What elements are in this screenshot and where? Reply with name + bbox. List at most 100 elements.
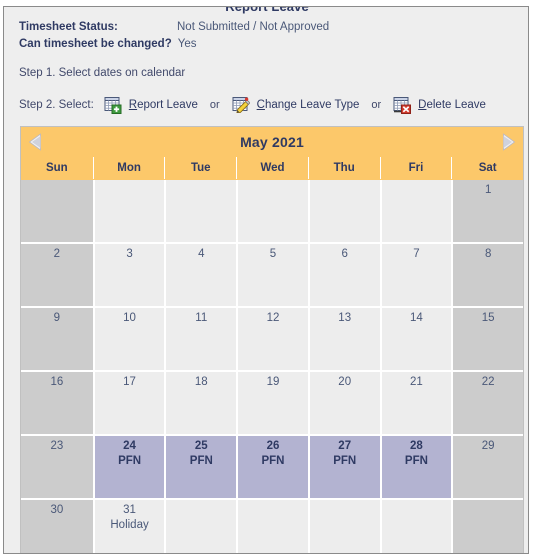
- report-leave-action[interactable]: Report Leave: [104, 96, 198, 114]
- can-change-row: Can timesheet be changed? Yes: [19, 38, 516, 55]
- calendar-day-number: 31: [123, 504, 136, 516]
- change-leave-type-label: Change Leave Type: [257, 99, 360, 111]
- calendar-day-cell[interactable]: 27 PFN: [307, 436, 380, 500]
- calendar-day-note: PFN: [189, 455, 213, 467]
- calendar-day-note: PFN: [404, 455, 428, 467]
- calendar-day-cell[interactable]: 31 Holiday: [92, 500, 165, 553]
- calendar-day-number: 30: [50, 504, 64, 516]
- calendar-day-number: 14: [410, 312, 423, 324]
- calendar-day-number: 2: [53, 248, 61, 260]
- calendar-empty-cell: [164, 180, 237, 244]
- calendar-day-cell[interactable]: 15: [451, 308, 523, 372]
- calendar-day-cell[interactable]: 5: [236, 244, 308, 308]
- calendar-day-cell[interactable]: 4: [164, 244, 237, 308]
- calendar-day-number: 4: [198, 248, 205, 260]
- calendar-day-cell[interactable]: 17: [92, 372, 165, 436]
- calendar-day-number: 1: [484, 184, 492, 196]
- calendar-grid: 1 2 3 4 5 6 7 8 9 10 11 12 13 14 15 16 17 18 19 20 21 22 23 24 P…: [21, 179, 523, 553]
- calendar-day-cell[interactable]: 3: [92, 244, 165, 308]
- calendar-empty-cell: [164, 500, 237, 553]
- calendar-day-number: 12: [266, 312, 280, 324]
- calendar-day-cell[interactable]: 25 PFN: [164, 436, 237, 500]
- report-leave-label: Report Leave: [129, 99, 198, 111]
- change-leave-type-accesskey: C: [256, 99, 265, 111]
- step-2-actions-row: Step 2. Select: Report Leave or Change L…: [19, 94, 516, 116]
- calendar-day-number: 20: [338, 376, 352, 388]
- delete-leave-action[interactable]: Delete Leave: [393, 96, 486, 114]
- calendar-empty-cell: [307, 500, 380, 553]
- calendar-day-cell[interactable]: 24 PFN: [92, 436, 165, 500]
- change-leave-type-action[interactable]: Change Leave Type: [232, 96, 360, 114]
- calendar-dow-mon: Mon: [92, 157, 165, 179]
- calendar-day-cell[interactable]: 12: [236, 308, 308, 372]
- calendar-day-number: 19: [266, 376, 280, 388]
- calendar-day-cell[interactable]: 16: [21, 372, 93, 436]
- calendar-dow-sat: Sat: [451, 157, 523, 179]
- calendar-dow-thu: Thu: [307, 157, 380, 179]
- calendar-day-cell[interactable]: 13: [307, 308, 380, 372]
- calendar-day-number: 25: [194, 440, 208, 452]
- calendar-day-cell[interactable]: 6: [307, 244, 380, 308]
- timesheet-status-label: Timesheet Status:: [19, 21, 118, 33]
- calendar-day-cell[interactable]: 30: [21, 500, 93, 553]
- calendar-day-cell[interactable]: 9: [21, 308, 93, 372]
- calendar-day-number: 29: [481, 440, 495, 452]
- calendar-dow-fri: Fri: [379, 157, 452, 179]
- calendar-day-cell[interactable]: 10: [92, 308, 165, 372]
- calendar-day-number: 10: [123, 312, 136, 324]
- leave-calendar: May 2021 Sun Mon Tue Wed Thu Fri Sat 123456789…: [20, 126, 524, 553]
- calendar-day-number: 3: [126, 248, 133, 260]
- calendar-day-number: 27: [338, 440, 352, 452]
- calendar-day-cell[interactable]: 7: [379, 244, 452, 308]
- timesheet-status-value: Not Submitted / Not Approved: [177, 21, 330, 33]
- calendar-day-number: 7: [413, 248, 420, 260]
- calendar-day-cell[interactable]: 14: [379, 308, 452, 372]
- calendar-day-number: 15: [481, 312, 495, 324]
- delete-leave-rest: elete Leave: [426, 99, 486, 111]
- calendar-empty-cell: [236, 500, 308, 553]
- calendar-day-note: PFN: [118, 455, 142, 467]
- change-leave-type-rest: hange Leave Type: [264, 99, 360, 111]
- calendar-edit-icon: [232, 96, 250, 114]
- calendar-day-cell[interactable]: 28 PFN: [379, 436, 452, 500]
- calendar-day-cell[interactable]: 8: [451, 244, 523, 308]
- step-2-label: Step 2. Select:: [19, 99, 94, 111]
- calendar-day-number: 26: [266, 440, 280, 452]
- triangle-right-icon[interactable]: [500, 133, 516, 151]
- calendar-day-note: PFN: [261, 455, 285, 467]
- calendar-day-cell[interactable]: 23: [21, 436, 93, 500]
- triangle-left-icon[interactable]: [28, 133, 44, 151]
- calendar-day-note: Holiday: [110, 519, 149, 531]
- calendar-empty-cell: [307, 180, 380, 244]
- calendar-dow-sun: Sun: [45, 162, 68, 174]
- calendar-day-cell[interactable]: 11: [164, 308, 237, 372]
- calendar-month-title: May 2021: [240, 134, 304, 150]
- calendar-day-number: 13: [338, 312, 352, 324]
- calendar-dow-wed: Wed: [236, 157, 308, 179]
- calendar-day-number: 11: [195, 312, 208, 324]
- calendar-day-number: 17: [123, 376, 136, 388]
- calendar-empty-cell: [379, 500, 452, 553]
- calendar-day-cell[interactable]: 26 PFN: [236, 436, 308, 500]
- calendar-day-number: 28: [410, 440, 423, 452]
- calendar-title-bar: May 2021: [21, 127, 523, 157]
- delete-leave-label: Delete Leave: [418, 99, 486, 111]
- calendar-day-cell[interactable]: 21: [379, 372, 452, 436]
- step-1-instruction: Step 1. Select dates on calendar: [19, 67, 186, 79]
- calendar-day-number: 16: [50, 376, 64, 388]
- calendar-day-number: 9: [53, 312, 61, 324]
- calendar-day-number: 6: [341, 248, 348, 260]
- calendar-day-cell[interactable]: 1: [451, 180, 523, 244]
- can-change-label: Can timesheet be changed?: [19, 38, 172, 50]
- calendar-dow-tue: Tue: [164, 157, 236, 179]
- calendar-day-cell[interactable]: 19: [236, 372, 308, 436]
- report-leave-panel: Report Leave Timesheet Status: Not Submi…: [3, 6, 529, 554]
- calendar-day-cell[interactable]: 20: [307, 372, 380, 436]
- calendar-day-cell[interactable]: 22: [451, 372, 523, 436]
- report-leave-rest: eport Leave: [137, 99, 198, 111]
- calendar-day-cell[interactable]: 2: [21, 244, 93, 308]
- calendar-day-number: 24: [123, 440, 136, 452]
- timesheet-status-row: Timesheet Status: Not Submitted / Not Ap…: [19, 21, 516, 38]
- calendar-day-cell[interactable]: 29: [451, 436, 523, 500]
- calendar-day-cell[interactable]: 18: [164, 372, 237, 436]
